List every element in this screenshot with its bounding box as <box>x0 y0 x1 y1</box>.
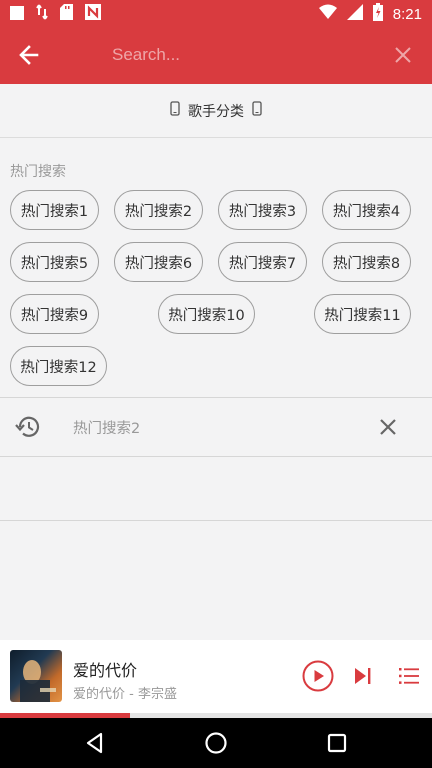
usb-icon <box>36 4 48 24</box>
hot-search-chip[interactable]: 热门搜索7 <box>218 242 307 282</box>
playlist-icon <box>399 668 419 684</box>
sd-card-icon <box>60 4 73 24</box>
hot-search-chip[interactable]: 热门搜索3 <box>218 190 307 230</box>
album-cover[interactable] <box>10 650 62 702</box>
hot-search-chip[interactable]: 热门搜索12 <box>10 346 107 386</box>
close-icon <box>380 419 396 435</box>
hot-search-chip[interactable]: 热门搜索1 <box>10 190 99 230</box>
nav-recents-button[interactable] <box>327 733 347 753</box>
system-nav-bar <box>0 718 432 768</box>
back-button[interactable] <box>14 41 44 69</box>
phone-icon <box>170 101 180 120</box>
hot-search-chip[interactable]: 热门搜索5 <box>10 242 99 282</box>
search-history-item[interactable]: 热门搜索2 <box>0 398 432 456</box>
divider <box>0 456 432 457</box>
history-icon <box>14 414 42 440</box>
battery-charging-icon <box>372 3 383 25</box>
nav-home-button[interactable] <box>204 731 228 755</box>
history-item-text: 热门搜索2 <box>73 421 141 437</box>
hot-search-title: 热门搜索 <box>10 164 66 180</box>
next-track-button[interactable] <box>353 667 373 685</box>
mini-player[interactable]: 爱的代价 爱的代价 - 李宗盛 <box>0 640 432 718</box>
search-toolbar <box>0 26 432 84</box>
hot-search-chip[interactable]: 热门搜索9 <box>10 294 99 334</box>
status-bar: 8:21 <box>0 0 432 26</box>
hot-search-chip[interactable]: 热门搜索2 <box>114 190 203 230</box>
square-recents-icon <box>327 733 347 753</box>
skip-next-icon <box>355 668 371 684</box>
wifi-icon <box>318 4 337 24</box>
notification-square-icon <box>10 5 24 24</box>
singer-category-row[interactable]: 歌手分类 <box>0 84 432 138</box>
song-subtitle: 爱的代价 - 李宗盛 <box>73 687 177 702</box>
signal-icon <box>346 4 363 24</box>
delete-history-button[interactable] <box>378 417 398 437</box>
status-time: 8:21 <box>392 5 422 23</box>
triangle-back-icon <box>86 732 103 754</box>
hot-search-chip[interactable]: 热门搜索4 <box>322 190 411 230</box>
play-icon <box>302 660 334 692</box>
search-input[interactable] <box>112 41 372 69</box>
hot-search-chip[interactable]: 热门搜索11 <box>314 294 411 334</box>
play-button[interactable] <box>302 660 334 692</box>
close-icon <box>395 47 411 63</box>
nav-back-button[interactable] <box>84 732 106 754</box>
search-screen: 8:21 歌手分类 热门搜索 热门搜索1 热门搜索2 热门搜索3 热门搜索4 热… <box>0 0 432 768</box>
n-app-icon <box>85 4 101 24</box>
hot-search-chip[interactable]: 热门搜索10 <box>158 294 255 334</box>
arrow-left-icon <box>19 45 39 65</box>
singer-category-label: 歌手分类 <box>188 103 244 120</box>
song-title: 爱的代价 <box>73 661 138 680</box>
hot-search-chip[interactable]: 热门搜索6 <box>114 242 203 282</box>
hot-search-chip[interactable]: 热门搜索8 <box>322 242 411 282</box>
circle-home-icon <box>205 732 227 754</box>
playlist-button[interactable] <box>399 667 419 685</box>
divider <box>0 520 432 521</box>
clear-search-button[interactable] <box>392 44 414 66</box>
phone-icon <box>252 101 262 120</box>
